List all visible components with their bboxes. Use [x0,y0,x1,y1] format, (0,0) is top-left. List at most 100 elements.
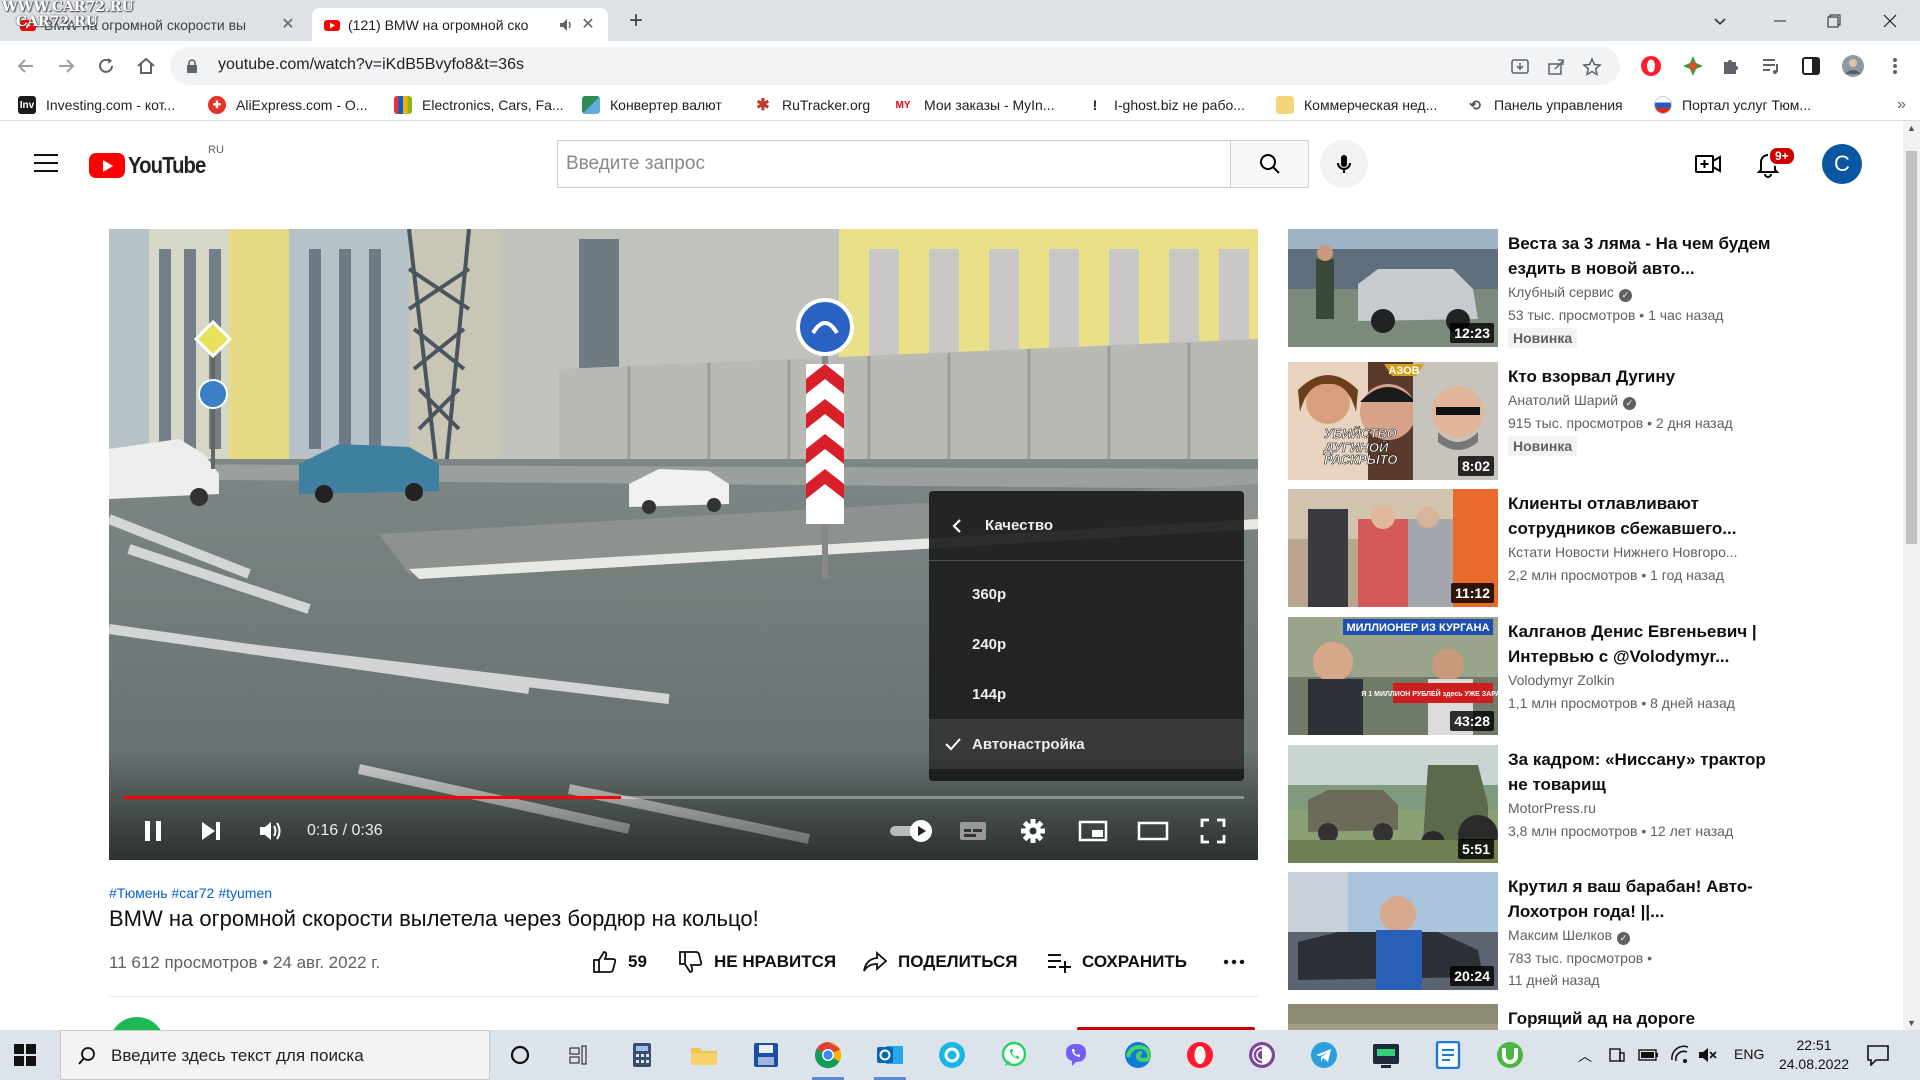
search-input[interactable] [558,141,1232,187]
recommendation-channel[interactable]: Клубный сервис ✓ [1508,284,1632,302]
taskbar-search-box[interactable]: Введите здесь текст для поиска [60,1030,490,1080]
bookmark-tyumen-portal[interactable]: Портал услуг Тюм... [1654,96,1811,114]
video-player[interactable]: Качество 360p 240p 144p Автонастройка 0:… [109,229,1258,860]
menu-icon[interactable] [34,154,58,172]
recommendation-item[interactable]: 5:51 За кадром: «Ниссану» трактор не тов… [1288,745,1888,863]
system-clock[interactable]: 22:51 24.08.2022 [1774,1036,1854,1074]
quality-option-240p[interactable]: 240p [929,619,1244,669]
chevron-left-icon[interactable] [951,518,963,534]
close-window-icon[interactable] [1862,0,1918,41]
url-text[interactable]: youtube.com/watch?v=iKdB5Bvyfo8&t=36s [218,56,524,74]
subtitles-button[interactable] [955,813,991,849]
recommendation-item[interactable]: МИЛЛИОНЕР ИЗ КУРГАНА Я 1 МИЛЛИОН РУБЛЕЙ з… [1288,617,1888,735]
scroll-down-icon[interactable]: ▼ [1907,1018,1916,1028]
extensions-puzzle-icon[interactable] [1720,55,1742,77]
share-button[interactable]: ПОДЕЛИТЬСЯ [862,950,1018,974]
address-bar[interactable]: youtube.com/watch?v=iKdB5Bvyfo8&t=36s [170,47,1620,85]
quality-menu-header[interactable]: Качество [929,491,1244,561]
hashtag-link[interactable]: #car72 [172,885,215,901]
viber-icon[interactable] [1060,1039,1092,1071]
forward-icon[interactable] [54,54,78,78]
quality-option-360p[interactable]: 360p [929,569,1244,619]
scrollbar-thumb[interactable] [1906,151,1917,544]
bookmark-aliexpress[interactable]: ✚ AliExpress.com - О... [208,96,367,114]
dislike-button[interactable]: НЕ НРАВИТСЯ [678,950,836,974]
outlook-icon[interactable] [874,1039,906,1080]
recommendation-channel[interactable]: Кстати Новости Нижнего Новгоро... [1508,544,1738,560]
scroll-up-icon[interactable]: ▲ [1907,123,1916,133]
progress-bar[interactable] [123,796,1244,799]
recommendation-item[interactable]: АЗОВ УБИЙСТВО ДУГИНОЙ РАСКРЫТО 8:02 Кто взо… [1288,362,1888,480]
quality-option-144p[interactable]: 144p [929,669,1244,719]
notifications-center-icon[interactable] [1866,1044,1890,1066]
chrome-taskbar-icon[interactable] [812,1039,844,1080]
speaker-muted-icon[interactable] [1698,1046,1718,1064]
more-actions-button[interactable] [1222,950,1256,974]
opera-extension-icon[interactable] [1640,55,1662,77]
like-button[interactable]: 59 [592,950,647,974]
save-button[interactable]: СОХРАНИТЬ [1046,950,1187,974]
tab-search-icon[interactable] [1692,0,1748,41]
hashtag-link[interactable]: #tyumen [218,885,272,901]
colorful-extension-icon[interactable] [1682,55,1704,77]
close-tab-icon[interactable]: ✕ [280,16,296,33]
bookmark-ebay[interactable]: Electronics, Cars, Fa... [394,96,564,114]
device-icon[interactable] [1608,1045,1626,1065]
new-tab-button[interactable]: + [624,9,648,33]
search-box[interactable] [557,140,1232,188]
recommendation-item[interactable]: 20:24 Крутил я ваш барабан! Авто-Лохотро… [1288,872,1888,990]
create-video-icon[interactable] [1694,150,1722,178]
input-language[interactable]: ENG [1734,1046,1764,1062]
bookmark-rutracker[interactable]: ✱ RuTracker.org [754,96,870,114]
windows-start-icon[interactable] [14,1044,36,1066]
hashtag-link[interactable]: #Тюмень [109,885,168,901]
recommendation-item[interactable]: Горящий ад на дороге [1288,1004,1888,1030]
save-app-icon[interactable] [750,1039,782,1071]
bookmark-control-panel[interactable]: ⟲ Панель управления [1466,96,1623,114]
file-explorer-icon[interactable] [688,1039,720,1071]
recommendation-title[interactable]: Калганов Денис Евгеньевич | Интервью с @… [1508,619,1778,669]
autoplay-toggle[interactable] [887,813,935,849]
bookmark-ighost[interactable]: ! I-ghost.biz не рабо... [1086,96,1245,114]
search-button[interactable] [1231,140,1309,188]
video-thumbnail[interactable]: МИЛЛИОНЕР ИЗ КУРГАНА Я 1 МИЛЛИОН РУБЛЕЙ з… [1288,617,1498,735]
document-app-icon[interactable] [1432,1039,1464,1071]
side-panel-icon[interactable] [1800,55,1822,77]
bookmark-currency-converter[interactable]: Конвертер валют [582,96,722,114]
recommendation-title[interactable]: Веста за 3 ляма - На чем будем ездить в … [1508,231,1778,281]
youtube-logo[interactable]: YouTube [89,152,216,179]
lock-icon[interactable] [184,58,200,74]
task-view-icon[interactable] [564,1039,596,1071]
recommendation-item[interactable]: 11:12 Клиенты отлавливают сотрудников сб… [1288,489,1888,607]
video-thumbnail[interactable]: 5:51 [1288,745,1498,863]
recommendation-channel[interactable]: Анатолий Шарий ✓ [1508,392,1637,410]
page-scrollbar[interactable]: ▲ ▼ [1903,121,1920,1030]
recommendation-channel[interactable]: Максим Шелков ✓ [1508,927,1631,945]
wifi-icon[interactable] [1670,1045,1690,1065]
next-video-button[interactable] [193,813,229,849]
edge-icon[interactable] [1122,1039,1154,1071]
video-thumbnail[interactable] [1288,1004,1498,1030]
telegram-icon[interactable] [1308,1039,1340,1071]
share-icon[interactable] [1546,57,1566,77]
recommendation-title[interactable]: За кадром: «Ниссану» трактор не товарищ [1508,747,1778,797]
browser-tab-2[interactable]: (121) BMW на огромной ско ✕ [312,8,608,41]
tunnel-app-icon[interactable] [1370,1039,1402,1071]
calculator-icon[interactable] [626,1039,658,1071]
mute-button[interactable] [253,813,289,849]
install-app-icon[interactable] [1510,57,1530,77]
home-icon[interactable] [134,54,158,78]
recommendation-title[interactable]: Клиенты отлавливают сотрудников сбежавше… [1508,491,1778,541]
theater-mode-button[interactable] [1135,813,1171,849]
chrome-menu-icon[interactable] [1884,55,1906,77]
bookmark-star-icon[interactable] [1582,57,1602,77]
restore-icon[interactable] [1806,0,1862,41]
media-control-icon[interactable] [1760,55,1782,77]
recommendation-title[interactable]: Крутил я ваш барабан! Авто-Лохотрон года… [1508,874,1778,924]
profile-avatar-icon[interactable] [1842,55,1864,77]
voice-search-button[interactable] [1320,140,1368,188]
account-avatar[interactable]: C [1822,144,1862,184]
cortana-icon[interactable] [504,1039,536,1071]
opera-icon[interactable] [1184,1039,1216,1071]
bookmark-commercial-folder[interactable]: Коммерческая нед... [1276,96,1437,114]
